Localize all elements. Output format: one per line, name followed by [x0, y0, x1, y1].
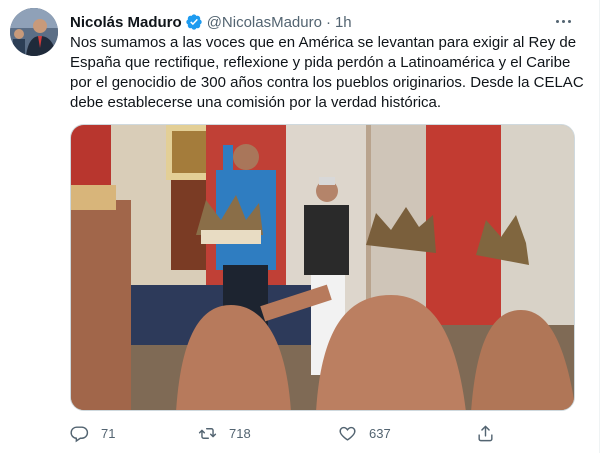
- more-options-icon[interactable]: [553, 11, 573, 31]
- tweet-actions: 71 718 637: [70, 418, 500, 448]
- retweet-action[interactable]: 718: [198, 418, 251, 448]
- tweet-text: Nos sumamos a las voces que en América s…: [70, 34, 584, 111]
- author-handle[interactable]: @NicolasMaduro: [207, 14, 322, 31]
- tweet-photo[interactable]: [70, 124, 575, 411]
- tweet-photo-image: [71, 125, 574, 410]
- heart-icon: [339, 426, 356, 441]
- retweet-count: 718: [229, 425, 251, 441]
- reply-icon: [70, 425, 89, 442]
- reply-count: 71: [101, 425, 116, 441]
- reply-action[interactable]: 71: [70, 418, 115, 448]
- retweet-icon: [198, 427, 217, 439]
- author-name[interactable]: Nicolás Maduro: [70, 14, 182, 31]
- header-separator: ·: [325, 13, 331, 31]
- like-action[interactable]: 637: [338, 418, 391, 448]
- tweet-header: Nicolás Maduro @NicolasMaduro · 1h: [70, 11, 579, 33]
- tweet-timestamp[interactable]: 1h: [335, 14, 352, 31]
- like-count: 637: [369, 425, 391, 441]
- tweet-card[interactable]: Nicolás Maduro @NicolasMaduro · 1h Nos s…: [0, 0, 600, 453]
- avatar[interactable]: [10, 8, 58, 56]
- verified-badge-icon: [186, 14, 202, 30]
- avatar-photo: [10, 8, 58, 56]
- share-action[interactable]: [476, 418, 507, 448]
- share-icon: [478, 425, 493, 441]
